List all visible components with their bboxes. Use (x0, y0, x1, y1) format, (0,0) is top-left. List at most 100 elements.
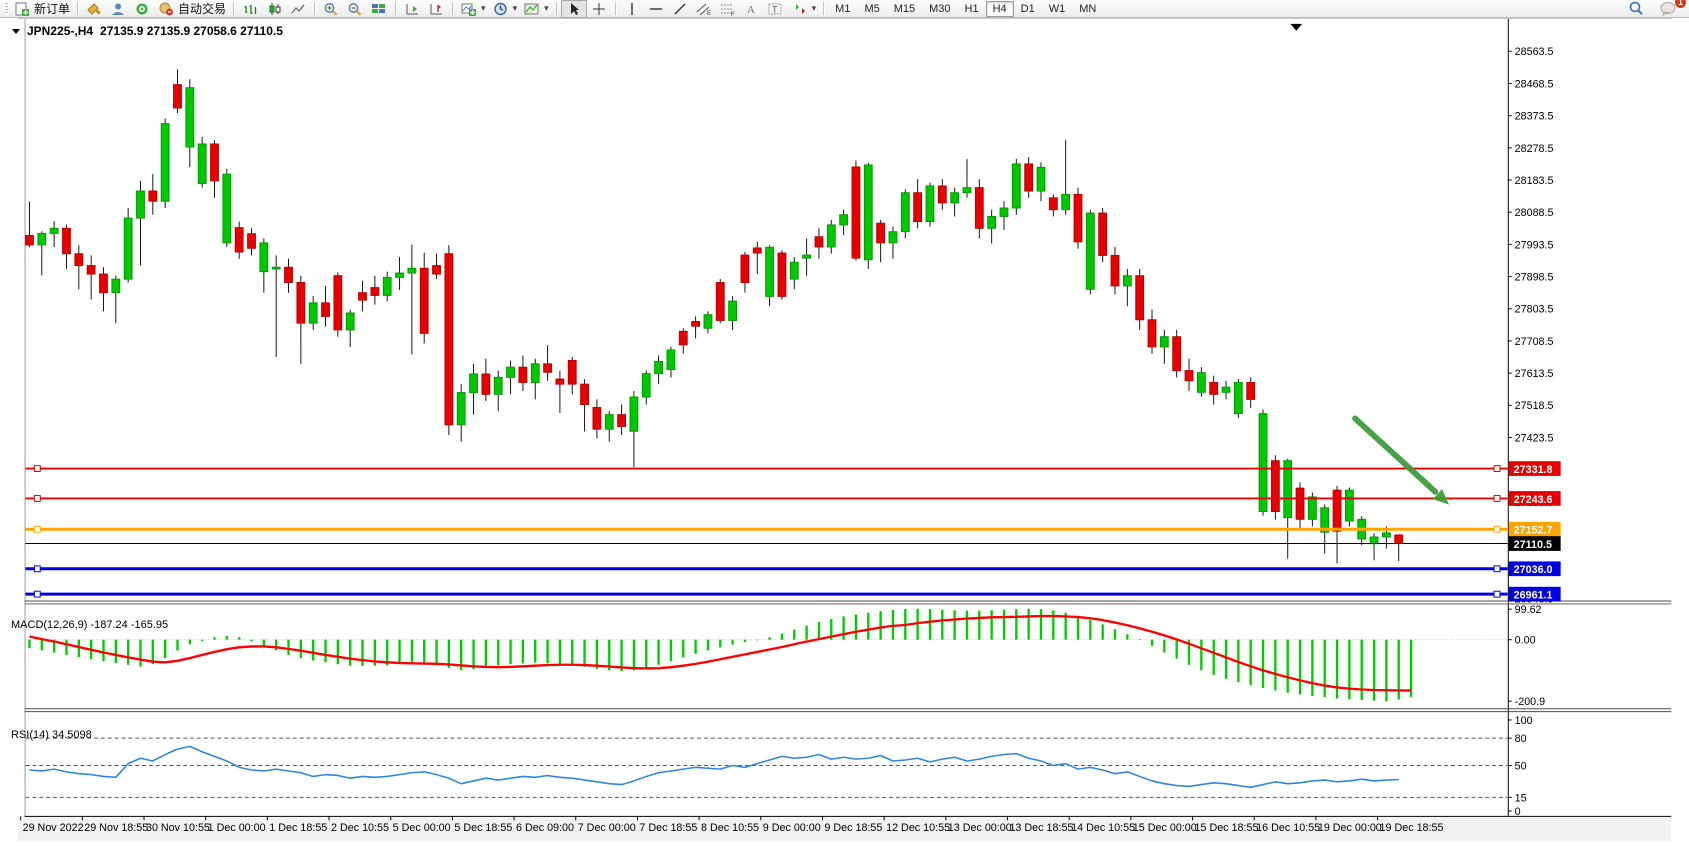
candle-bear (371, 288, 379, 296)
tile-windows-button[interactable] (367, 1, 391, 17)
hline-handle[interactable] (1494, 526, 1500, 532)
date-label: 6 Dec 09:00 (516, 822, 574, 834)
separator (395, 2, 396, 15)
date-label: 29 Nov 18:55 (84, 822, 148, 834)
date-label: 5 Dec 00:00 (393, 822, 451, 834)
rsi-scale-label: 50 (1515, 760, 1527, 772)
hline-handle[interactable] (34, 526, 40, 532)
periods-button[interactable]: ▾ (489, 1, 521, 17)
rsi-indicator-label: RSI(14) 34.5098 (11, 729, 92, 741)
timeframe-button-M5[interactable]: M5 (857, 1, 886, 17)
timeframe-button-M15[interactable]: M15 (887, 1, 922, 17)
indicators-button[interactable]: ▾ (457, 1, 489, 17)
candle-bull (1160, 337, 1168, 347)
community-button[interactable] (106, 1, 130, 17)
candle-bear (753, 248, 761, 253)
fibonacci-tool-button[interactable]: F (716, 1, 740, 17)
chart-canvas[interactable]: 28563.528468.528373.528278.528183.528088… (0, 18, 1689, 858)
candle-bear (1296, 488, 1304, 519)
price-tick-label: 27518.5 (1515, 400, 1554, 412)
new-order-button[interactable]: 新订单 (10, 1, 73, 17)
candle-bull (840, 215, 848, 225)
timeframe-button-H4[interactable]: H4 (986, 1, 1014, 17)
macd-scale-label: 99.62 (1515, 604, 1542, 616)
chart-shift-button[interactable] (424, 1, 448, 17)
timeframe-button-M30[interactable]: M30 (922, 1, 957, 17)
date-label: 7 Dec 18:55 (639, 822, 697, 834)
candlestick-mode-button[interactable] (262, 1, 286, 17)
candle-bear (1210, 382, 1218, 394)
candle-bear (1074, 194, 1082, 241)
timeframe-button-D1[interactable]: D1 (1014, 1, 1042, 17)
equidistant-channel-tool-button[interactable]: E (692, 1, 716, 17)
cursor-icon (565, 2, 583, 16)
trendline-tool-button[interactable] (668, 1, 692, 17)
arrows-tool-button[interactable]: ▾ (788, 1, 820, 17)
candle-bear (556, 379, 564, 384)
vertical-line-tool-button[interactable] (620, 1, 644, 17)
hline-handle[interactable] (34, 591, 40, 597)
candle-bull (198, 144, 206, 184)
svg-text:E: E (707, 11, 711, 16)
timeframe-button-H1[interactable]: H1 (958, 1, 986, 17)
candle-bear (26, 235, 34, 244)
candle-bull (655, 361, 663, 373)
candle-bear (815, 237, 823, 247)
date-label: 9 Dec 18:55 (824, 822, 882, 834)
timeframe-button-W1[interactable]: W1 (1042, 1, 1073, 17)
crosshair-tool-button[interactable] (587, 1, 611, 17)
candle-bull (790, 262, 798, 279)
one-click-dropdown-icon[interactable] (12, 29, 20, 34)
candle-bull (507, 367, 515, 377)
cursor-tool-button[interactable] (561, 0, 587, 18)
horizontal-line-icon (647, 2, 665, 16)
symbol-title: JPN225-,H4 (27, 24, 93, 38)
text-tool-button[interactable]: A (740, 1, 764, 17)
metaeditor-button[interactable] (82, 1, 106, 17)
candle-bull (408, 268, 416, 273)
hline-handle[interactable] (1494, 466, 1500, 472)
hline-handle[interactable] (34, 496, 40, 502)
templates-button[interactable]: ▾ (520, 1, 552, 17)
candle-bull (766, 247, 774, 296)
price-label-26961.1: 26961.1 (1514, 590, 1553, 602)
macd-scale-label: 0.00 (1515, 635, 1536, 647)
line-chart-mode-button[interactable] (286, 1, 310, 17)
zoom-in-icon (322, 2, 340, 16)
search-button[interactable] (1624, 1, 1648, 17)
notifications-button[interactable]: 1 (1656, 1, 1680, 17)
price-tick-label: 27423.5 (1515, 432, 1554, 444)
autotrading-button[interactable]: 自动交易 (154, 1, 229, 17)
timeframe-button-MN[interactable]: MN (1072, 1, 1103, 17)
zoom-out-button[interactable] (343, 1, 367, 17)
candle-bear (975, 188, 983, 229)
date-label: 7 Dec 00:00 (578, 822, 636, 834)
toolbar-grip[interactable] (5, 3, 8, 15)
bar-chart-mode-button[interactable] (238, 1, 262, 17)
hline-handle[interactable] (34, 466, 40, 472)
horizontal-line-tool-button[interactable] (644, 1, 668, 17)
text-label-tool-button[interactable]: T (764, 1, 788, 17)
signals-icon (133, 2, 151, 16)
candle-bear (1395, 535, 1403, 544)
hline-handle[interactable] (1494, 566, 1500, 572)
timeframe-button-M1[interactable]: M1 (828, 1, 857, 17)
hline-handle[interactable] (34, 566, 40, 572)
tile-windows-icon (370, 2, 388, 16)
candle-bull (1197, 373, 1205, 393)
scroll-to-end-button[interactable] (400, 1, 424, 17)
separator (233, 2, 234, 15)
candle-bear (1247, 382, 1255, 399)
candle-bull (1012, 164, 1020, 208)
candle-bull (642, 374, 650, 397)
candle-bull (186, 88, 194, 147)
candle-bull (667, 350, 675, 370)
hline-handle[interactable] (1494, 496, 1500, 502)
zoom-in-button[interactable] (319, 1, 343, 17)
equidistant-channel-icon: E (695, 2, 713, 16)
signals-button[interactable] (130, 1, 154, 17)
symbol-row: JPN225-,H4 27135.9 27135.9 27058.6 27110… (12, 24, 283, 38)
candle-bull (729, 301, 737, 320)
hline-handle[interactable] (1494, 591, 1500, 597)
candle-bull (630, 397, 638, 431)
